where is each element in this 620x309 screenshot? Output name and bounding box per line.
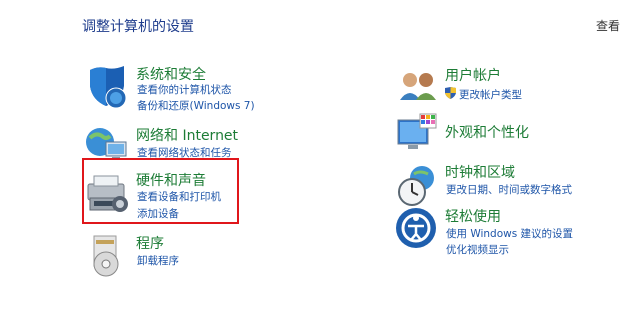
view-by-label[interactable]: 查看 (596, 17, 620, 34)
link-uninstall-program[interactable]: 卸载程序 (137, 253, 179, 268)
ease-of-access-icon[interactable] (394, 206, 442, 254)
category-title-system-security[interactable]: 系统和安全 (136, 64, 206, 84)
programs-disc-icon[interactable] (84, 232, 132, 280)
link-optimize-video-display[interactable]: 优化视频显示 (446, 242, 509, 257)
page-title: 调整计算机的设置 (82, 19, 194, 35)
category-title-network-internet[interactable]: 网络和 Internet (136, 125, 238, 145)
category-title-ease-of-access[interactable]: 轻松使用 (445, 206, 501, 226)
users-icon[interactable] (394, 66, 442, 114)
uac-shield-icon (445, 87, 456, 99)
category-title-appearance[interactable]: 外观和个性化 (445, 122, 529, 142)
category-title-programs[interactable]: 程序 (136, 233, 164, 253)
link-change-account-type[interactable]: 更改帐户类型 (459, 87, 522, 102)
highlight-box (82, 158, 239, 224)
category-title-clock-region[interactable]: 时钟和区域 (445, 162, 515, 182)
link-view-computer-status[interactable]: 查看你的计算机状态 (137, 82, 232, 97)
link-use-recommended-settings[interactable]: 使用 Windows 建议的设置 (446, 226, 573, 241)
link-backup-restore[interactable]: 备份和还原(Windows 7) (137, 98, 255, 113)
link-change-date-time-format[interactable]: 更改日期、时间或数字格式 (446, 182, 572, 197)
shield-icon[interactable] (84, 62, 132, 110)
clock-globe-icon[interactable] (394, 162, 442, 210)
monitor-palette-icon[interactable] (394, 112, 442, 160)
category-title-user-accounts[interactable]: 用户帐户 (445, 65, 501, 85)
